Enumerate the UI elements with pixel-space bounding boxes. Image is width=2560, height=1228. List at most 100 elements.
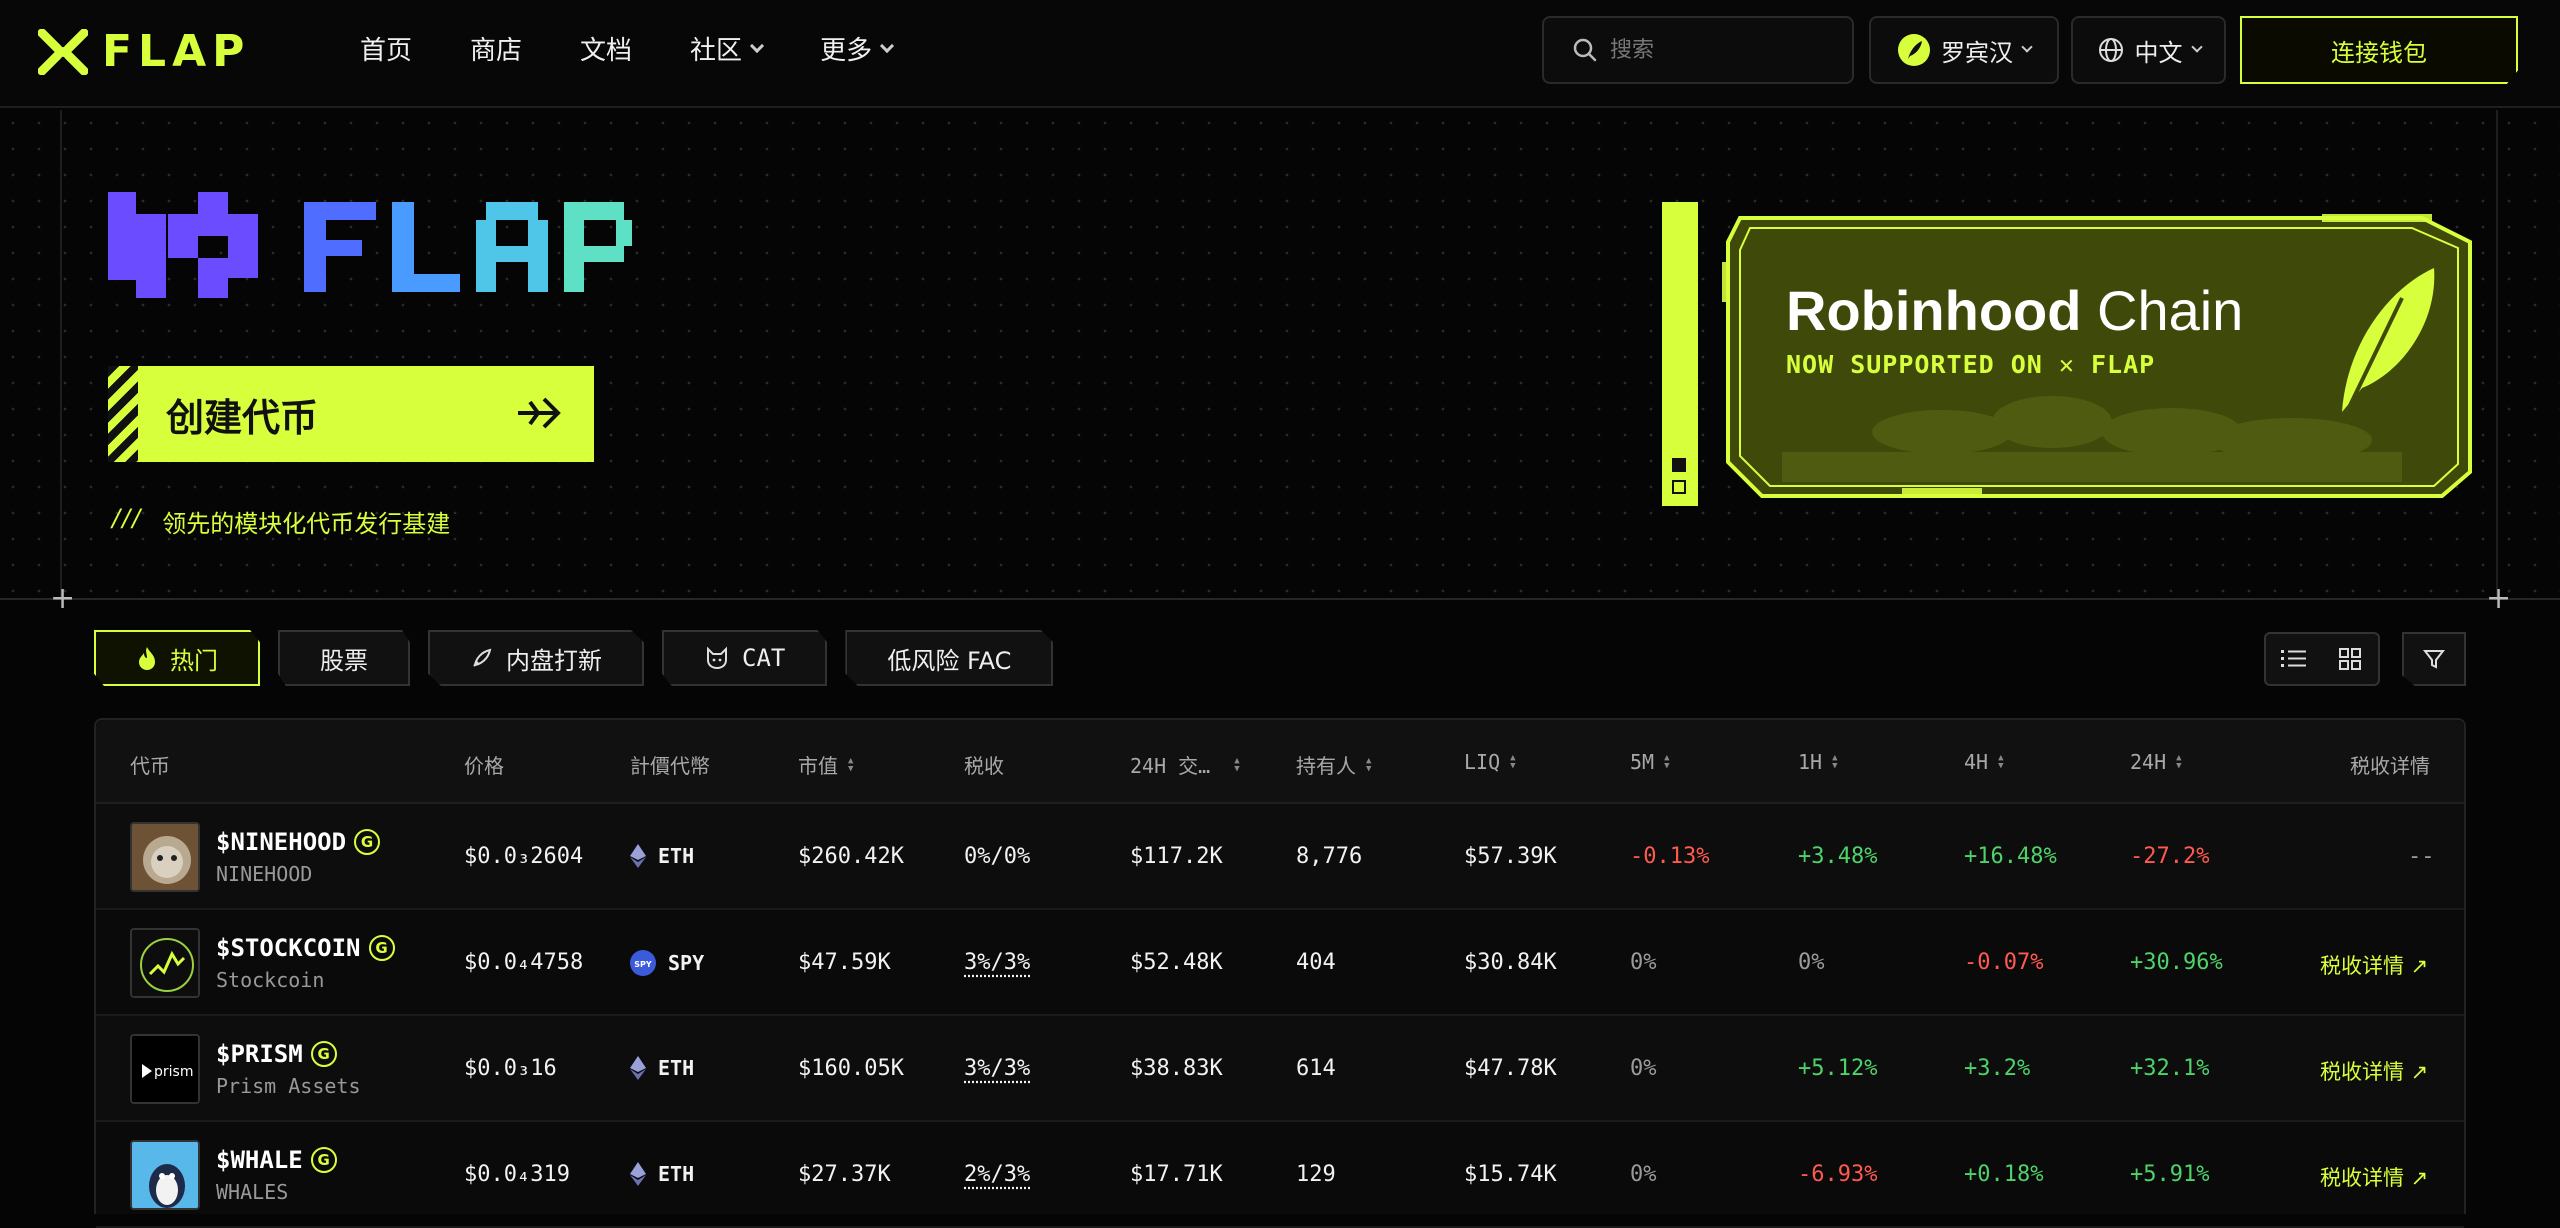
price: $0.0₄319 (464, 1162, 570, 1187)
change-4h: +3.2% (1964, 1056, 2030, 1081)
tab-cat-label: CAT (742, 644, 785, 672)
search-input[interactable] (1610, 38, 1840, 63)
chevron-down-icon (2191, 41, 2202, 52)
col-volume-label: 24H 交… (1130, 750, 1210, 779)
filter-button[interactable] (2402, 632, 2466, 686)
tax[interactable]: 2%/3% (964, 1162, 1030, 1187)
change-4h: -0.07% (1964, 950, 2043, 975)
tax-detail: -- (2408, 844, 2435, 869)
change-1h: +3.48% (1798, 844, 1877, 869)
col-token: 代币 (130, 750, 170, 779)
holders: 8,776 (1296, 844, 1362, 869)
change-24h: +30.96% (2130, 950, 2223, 975)
holders: 404 (1296, 950, 1336, 975)
tax-detail-link[interactable]: 税收详情 ↗ (2320, 1162, 2428, 1192)
table-row[interactable]: $STOCKCOIN G Stockcoin $0.0₄4758 SPY SPY $… (96, 910, 2464, 1016)
filter-tabs: 热门 股票 内盘打新 CAT 低风险 FAC (94, 630, 1053, 686)
volume-24h: $52.48K (1130, 950, 1223, 975)
chevron-down-icon (880, 38, 894, 52)
tax-detail-link[interactable]: 税收详情 ↗ (2320, 950, 2428, 980)
col-tax-detail-label: 税收详情 (2350, 750, 2430, 779)
banner-title: Robinhood Chain (1786, 278, 2243, 343)
prism-avatar-icon: prism (132, 1036, 200, 1104)
volume-24h: $117.2K (1130, 844, 1223, 869)
table-row[interactable]: $WHALE G WHALES $0.0₄319 ETH $27.37K 2%/3… (96, 1122, 2464, 1228)
create-token-label: 创建代币 (166, 387, 318, 442)
tagline-slashes: /// (112, 504, 142, 539)
col-liq[interactable]: LIQ ▲ ▼ (1464, 750, 1516, 774)
tab-cat[interactable]: CAT (662, 630, 827, 686)
token-symbol-text: $PRISM (216, 1040, 303, 1068)
change-1h: -6.93% (1798, 1162, 1877, 1187)
nav-more-label: 更多 (820, 30, 872, 67)
col-token-label: 代币 (130, 750, 170, 779)
tab-hot-label: 热门 (170, 641, 218, 676)
flap-logo[interactable]: FLAP (38, 26, 250, 77)
table-row[interactable]: prism $PRISM G Prism Assets $0.0₃16 ETH $… (96, 1016, 2464, 1122)
eth-icon (630, 1162, 646, 1186)
nav-docs[interactable]: 文档 (580, 30, 632, 67)
token-name: NINEHOOD (216, 862, 312, 886)
penguin-avatar-icon (132, 1142, 200, 1210)
token-avatar (130, 1140, 200, 1210)
col-holders[interactable]: 持有人 ▲ ▼ (1296, 750, 1371, 779)
quote-token: SPY SPY (630, 950, 704, 976)
sort-icon: ▲ ▼ (848, 757, 853, 773)
change-4h: +16.48% (1964, 844, 2057, 869)
tax[interactable]: 3%/3% (964, 1056, 1030, 1081)
language-selector[interactable]: 中文 (2071, 16, 2226, 84)
liquidity: $47.78K (1464, 1056, 1557, 1081)
market-cap: $47.59K (798, 950, 891, 975)
col-4h[interactable]: 4H ▲ ▼ (1964, 750, 2004, 774)
tax-detail-link[interactable]: 税收详情 ↗ (2320, 1056, 2428, 1086)
tax: 0%/0% (964, 844, 1030, 869)
change-5m: 0% (1630, 950, 1657, 975)
liquidity: $30.84K (1464, 950, 1557, 975)
col-24h[interactable]: 24H ▲ ▼ (2130, 750, 2182, 774)
tax[interactable]: 3%/3% (964, 950, 1030, 975)
token-symbol: $PRISM G (216, 1040, 337, 1068)
nav-more[interactable]: 更多 (820, 30, 892, 67)
brand-name: FLAP (102, 26, 250, 77)
svg-text:prism: prism (154, 1064, 193, 1080)
view-toggle (2264, 632, 2380, 686)
eth-icon (630, 1056, 646, 1080)
hazard-stripe (108, 366, 138, 462)
nav-community[interactable]: 社区 (690, 30, 762, 67)
change-4h: +0.18% (1964, 1162, 2043, 1187)
col-price-label: 价格 (464, 750, 504, 779)
col-quote-label: 計價代幣 (630, 750, 710, 779)
banner-square-outline-icon (1672, 480, 1686, 494)
nav-store[interactable]: 商店 (470, 30, 522, 67)
nav-home[interactable]: 首页 (360, 30, 412, 67)
list-view-button[interactable] (2266, 634, 2322, 684)
tab-low-risk-label: 低风险 FAC (887, 641, 1011, 676)
quote-label: ETH (658, 1162, 694, 1186)
col-mcap[interactable]: 市值 ▲ ▼ (798, 750, 853, 779)
chain-selector[interactable]: 罗宾汉 (1869, 16, 2059, 84)
col-5m-label: 5M (1630, 750, 1654, 774)
col-1h[interactable]: 1H ▲ ▼ (1798, 750, 1838, 774)
quote-label: ETH (658, 844, 694, 868)
col-quote: 計價代幣 (630, 750, 710, 779)
tab-stocks[interactable]: 股票 (278, 630, 410, 686)
top-bar: FLAP 首页 商店 文档 社区 更多 罗宾汉 中文 连接钱包 (0, 0, 2560, 108)
connect-wallet-button[interactable]: 连接钱包 (2240, 16, 2518, 84)
token-symbol-text: $WHALE (216, 1146, 303, 1174)
token-symbol: $NINEHOOD G (216, 828, 380, 856)
tab-low-risk[interactable]: 低风险 FAC (845, 630, 1053, 686)
table-row[interactable]: $NINEHOOD G NINEHOOD $0.0₃2604 ETH $260.4… (96, 804, 2464, 910)
banner-title-light: Chain (2081, 279, 2243, 342)
nav-community-label: 社区 (690, 30, 742, 67)
tagline-text: 领先的模块化代币发行基建 (162, 504, 450, 539)
change-24h: -27.2% (2130, 844, 2209, 869)
col-volume[interactable]: 24H 交… ▲ ▼ (1130, 750, 1240, 779)
grid-view-button[interactable] (2322, 634, 2378, 684)
create-token-button[interactable]: 创建代币 (108, 366, 594, 462)
sort-icon: ▲ ▼ (1998, 754, 2003, 770)
tab-presale[interactable]: 内盘打新 (428, 630, 644, 686)
tab-hot[interactable]: 热门 (94, 630, 260, 686)
volume-24h: $17.71K (1130, 1162, 1223, 1187)
col-5m[interactable]: 5M ▲ ▼ (1630, 750, 1670, 774)
search-box[interactable] (1542, 16, 1854, 84)
